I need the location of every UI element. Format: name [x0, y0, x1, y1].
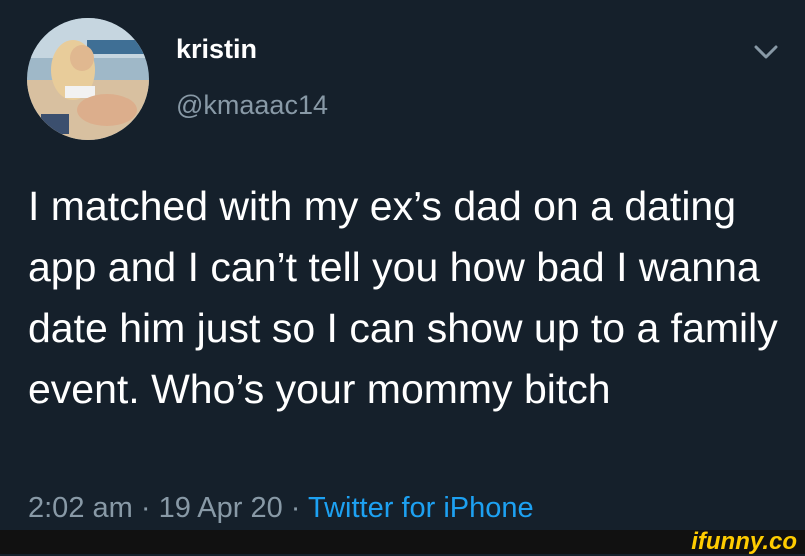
watermark-logo: ifunny.co: [691, 528, 797, 555]
meta-separator: ·: [282, 492, 308, 524]
watermark-bar: ifunny.co: [0, 528, 805, 555]
tweet-text: I matched with my ex’s dad on a dating a…: [28, 183, 778, 412]
tweet-time[interactable]: 2:02 am: [28, 492, 133, 524]
tweet-meta: 2:02 am · 19 Apr 20 · Twitter for iPhone: [28, 492, 534, 525]
display-name[interactable]: kristin: [176, 34, 257, 65]
tweet-date[interactable]: 19 Apr 20: [159, 492, 283, 524]
chevron-down-icon[interactable]: [752, 42, 780, 62]
tweet-source-link[interactable]: Twitter for iPhone: [308, 492, 534, 524]
user-handle[interactable]: @kmaaac14: [176, 90, 328, 121]
meta-separator: ·: [132, 492, 159, 524]
tweet-card: kristin @kmaaac14 I matched with my ex’s…: [0, 0, 805, 530]
avatar-image: [27, 18, 149, 140]
avatar[interactable]: [27, 18, 149, 140]
